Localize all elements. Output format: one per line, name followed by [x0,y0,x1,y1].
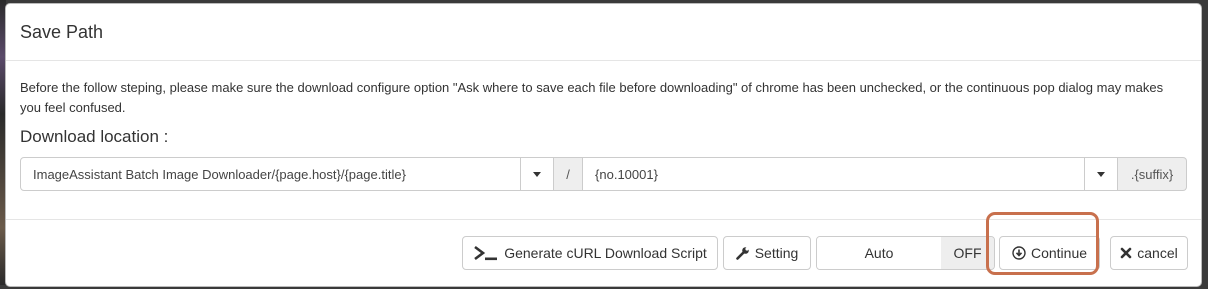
caret-down-icon [1097,171,1106,177]
generate-curl-label: Generate cURL Download Script [504,245,707,261]
path-input-group: ImageAssistant Batch Image Downloader/{p… [20,157,1187,191]
dialog-footer: Generate cURL Download Script Setting Au… [6,219,1201,289]
terminal-icon [473,245,499,261]
auto-toggle[interactable]: Auto OFF [816,236,995,270]
auto-toggle-state: OFF [941,237,994,269]
filename-dropdown[interactable] [1085,157,1119,191]
generate-curl-button[interactable]: Generate cURL Download Script [462,236,718,270]
cancel-label: cancel [1137,245,1178,261]
dialog-body: Before the follow steping, please make s… [6,61,1201,191]
dialog-title: Save Path [20,21,104,42]
download-circle-icon [1012,246,1026,260]
setting-label: Setting [754,245,799,261]
cancel-button[interactable]: cancel [1110,236,1188,270]
setting-button[interactable]: Setting [723,236,811,270]
folder-path-input[interactable]: ImageAssistant Batch Image Downloader/{p… [20,157,522,191]
suffix-addon: .{suffix} [1118,157,1187,191]
continue-button[interactable]: Continue [999,236,1100,270]
save-path-dialog: Save Path Before the follow steping, ple… [5,3,1202,287]
download-location-label: Download location : [20,127,169,146]
auto-toggle-label: Auto [817,237,941,269]
caret-down-icon [533,171,542,177]
filename-input[interactable]: {no.10001} [583,157,1086,191]
path-separator: / [554,157,584,191]
download-notice: Before the follow steping, please make s… [20,80,1164,115]
dialog-header: Save Path [6,4,1201,61]
wrench-icon [735,246,750,260]
continue-label: Continue [1030,245,1088,261]
close-icon [1120,247,1132,259]
folder-path-dropdown[interactable] [521,157,555,191]
